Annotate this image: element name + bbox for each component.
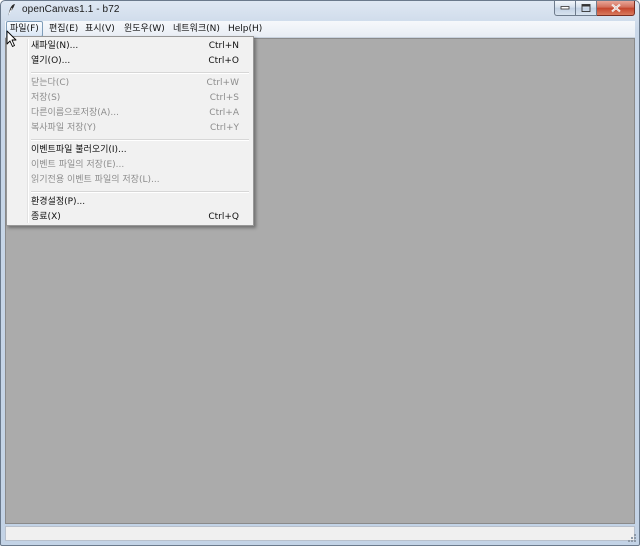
menu-item-save[interactable]: 저장(S) Ctrl+S bbox=[9, 91, 251, 106]
menu-item-save-readonly-event-file[interactable]: 읽기전용 이벤트 파일의 저장(L)... bbox=[9, 173, 251, 188]
menu-separator bbox=[31, 139, 249, 141]
mouse-pointer-icon bbox=[6, 30, 17, 47]
menu-item-label: 종료(X) bbox=[31, 212, 61, 222]
menu-item-shortcut: Ctrl+W bbox=[206, 78, 239, 88]
minimize-icon bbox=[560, 6, 570, 10]
menu-item-label: 복사파일 저장(Y) bbox=[31, 123, 97, 133]
menu-item-shortcut: Ctrl+A bbox=[209, 108, 239, 118]
minimize-button[interactable] bbox=[554, 1, 576, 16]
status-bar bbox=[5, 526, 635, 541]
close-button[interactable] bbox=[597, 1, 635, 16]
menu-item-shortcut: Ctrl+S bbox=[209, 93, 239, 103]
maximize-icon bbox=[581, 4, 591, 12]
menu-item-shortcut: Ctrl+Q bbox=[208, 212, 239, 222]
menu-separator bbox=[31, 191, 249, 193]
menu-item-preferences[interactable]: 환경설정(P)... bbox=[9, 195, 251, 210]
menu-item-close[interactable]: 닫는다(C) Ctrl+W bbox=[9, 76, 251, 91]
menu-item-label: 이벤트 파일의 저장(E)... bbox=[31, 160, 125, 170]
menu-edit[interactable]: 편집(E) bbox=[45, 22, 82, 36]
menu-network[interactable]: 네트워크(N) bbox=[169, 22, 224, 36]
close-icon bbox=[610, 3, 621, 13]
menu-item-label: 열기(O)... bbox=[31, 56, 71, 66]
caption-buttons bbox=[554, 1, 635, 17]
menu-item-shortcut: Ctrl+O bbox=[208, 56, 239, 66]
menu-item-label: 읽기전용 이벤트 파일의 저장(L)... bbox=[31, 175, 160, 185]
menu-separator bbox=[31, 72, 249, 74]
menu-help[interactable]: Help(H) bbox=[224, 22, 266, 36]
menu-item-label: 새파일(N)... bbox=[31, 41, 79, 51]
menu-item-save-event-file[interactable]: 이벤트 파일의 저장(E)... bbox=[9, 158, 251, 173]
menu-item-label: 다른이름으로저장(A)... bbox=[31, 108, 120, 118]
menu-item-save-as[interactable]: 다른이름으로저장(A)... Ctrl+A bbox=[9, 106, 251, 121]
menu-item-label: 이벤트파일 불러오기(I)... bbox=[31, 145, 127, 155]
menu-item-shortcut: Ctrl+Y bbox=[209, 123, 239, 133]
menu-item-save-copy[interactable]: 복사파일 저장(Y) Ctrl+Y bbox=[9, 121, 251, 136]
menu-item-import-event-file[interactable]: 이벤트파일 불러오기(I)... bbox=[9, 143, 251, 158]
maximize-button[interactable] bbox=[576, 1, 597, 16]
title-bar[interactable]: openCanvas1.1 - b72 bbox=[1, 1, 639, 21]
menu-window[interactable]: 윈도우(W) bbox=[120, 22, 169, 36]
menu-item-label: 닫는다(C) bbox=[31, 78, 70, 88]
menu-item-open[interactable]: 열기(O)... Ctrl+O bbox=[9, 54, 251, 69]
resize-grip-icon[interactable] bbox=[627, 533, 637, 543]
file-menu-dropdown: 새파일(N)... Ctrl+N 열기(O)... Ctrl+O 닫는다(C) … bbox=[6, 36, 254, 226]
menu-item-new-file[interactable]: 새파일(N)... Ctrl+N bbox=[9, 39, 251, 54]
menu-item-shortcut: Ctrl+N bbox=[208, 41, 239, 51]
menu-item-exit[interactable]: 종료(X) Ctrl+Q bbox=[9, 210, 251, 225]
menu-item-label: 환경설정(P)... bbox=[31, 197, 86, 207]
menu-item-label: 저장(S) bbox=[31, 93, 61, 103]
feather-pen-icon[interactable] bbox=[5, 3, 17, 17]
menu-view[interactable]: 표시(V) bbox=[81, 22, 119, 36]
window-title: openCanvas1.1 - b72 bbox=[22, 4, 120, 15]
